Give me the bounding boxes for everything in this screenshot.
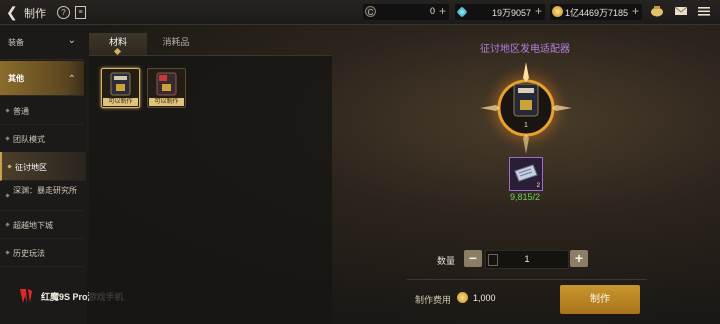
sidebar-item-raid[interactable]: 团队模式 <box>0 124 84 153</box>
sidebar-item-label: 团队模式 <box>13 135 45 144</box>
sidebar-item-history[interactable]: 历史玩法 <box>0 238 84 267</box>
bullet-icon <box>5 192 10 198</box>
quantity-input[interactable]: 1 <box>485 250 569 269</box>
currency-gold-value: 1亿4469万7185 <box>564 8 628 18</box>
category-label: 其他 <box>8 74 24 83</box>
add-gem-button[interactable]: + <box>535 4 542 18</box>
sidebar-item-normal[interactable]: 普通 <box>0 96 84 125</box>
sidebar-item-label: 征讨地区 <box>15 163 47 172</box>
quantity-value: 1 <box>524 254 530 264</box>
material-count: 2 <box>536 183 540 189</box>
blue-gem-icon <box>456 6 468 18</box>
red-magic-logo-icon <box>20 289 32 303</box>
selected-marker-icon <box>113 47 122 56</box>
back-arrow-icon[interactable]: ❮ <box>6 4 20 20</box>
sidebar-item-label: 深渊：暴走研究所 <box>13 186 77 195</box>
bullet-icon <box>5 135 10 141</box>
sidebar-item-abyss[interactable]: 深渊：暴走研究所 <box>0 180 84 211</box>
tab-bar: 材料 消耗品 <box>89 33 332 56</box>
increase-quantity-button[interactable]: + <box>570 250 588 267</box>
category-other[interactable]: 其他 ⌃ <box>0 61 84 96</box>
material-requirement: 9,815/2 <box>509 192 541 202</box>
divider <box>407 279 647 280</box>
sidebar-item-label: 历史玩法 <box>13 249 45 258</box>
add-currency-button[interactable]: + <box>439 4 446 18</box>
chevron-down-icon: ⌄ <box>67 35 76 46</box>
page-title: 制作 <box>24 8 46 20</box>
quantity-label: 数量 <box>437 256 456 266</box>
bullet-icon <box>7 163 12 169</box>
currency-gem-value: 19万9057 <box>491 8 531 18</box>
sidebar-item-conquest[interactable]: 征讨地区 <box>0 152 86 181</box>
c-coin-icon: C <box>365 6 376 17</box>
sidebar-item-beyond-dungeon[interactable]: 超越地下城 <box>0 210 84 239</box>
cost-label: 制作费用 <box>415 295 452 305</box>
craftable-badge: 可以制作 <box>149 98 184 106</box>
tab-consumables[interactable]: 消耗品 <box>147 33 205 55</box>
category-equipment[interactable]: 装备 ⌄ <box>0 25 84 60</box>
treasure-bag-icon[interactable] <box>650 5 664 17</box>
product-count: 1 <box>524 122 528 129</box>
product-name: 征讨地区发电适配器 <box>480 44 570 55</box>
gold-coin-icon <box>457 292 468 303</box>
tab-label: 消耗品 <box>162 37 190 47</box>
chevron-up-icon: ⌃ <box>67 74 76 85</box>
generator-adapter-icon <box>110 72 131 96</box>
currency-gem: 19万9057 + <box>455 4 545 20</box>
bullet-icon <box>5 107 10 113</box>
currency-gold: 1亿4469万7185 + <box>550 4 642 20</box>
category-nav: 装备 ⌄ 其他 ⌃ 普通 团队模式 征讨地区 深渊：暴走研究所 超越地下城 历史… <box>0 25 87 324</box>
tab-materials[interactable]: 材料 <box>89 33 147 56</box>
currency-c: C 0 + <box>363 4 449 20</box>
craftable-badge: 可以制作 <box>103 98 138 106</box>
cost-value: 1,000 <box>473 293 496 303</box>
decrease-quantity-button[interactable]: − <box>464 250 482 267</box>
keyboard-material-icon <box>514 164 538 182</box>
material-slot[interactable]: 2 <box>509 157 543 191</box>
gold-coin-icon <box>552 6 563 17</box>
craft-button[interactable]: 制作 <box>560 285 640 314</box>
sidebar-item-label: 普通 <box>13 107 29 116</box>
red-adapter-icon <box>156 72 177 96</box>
help-icon[interactable]: ? <box>57 6 70 19</box>
craft-item-1[interactable]: 可以制作 <box>101 68 140 108</box>
guide-book-icon[interactable]: ≡ <box>75 6 86 19</box>
product-generator-adapter-icon <box>513 83 539 117</box>
menu-icon[interactable] <box>697 5 711 17</box>
tab-label: 材料 <box>108 37 127 47</box>
category-label: 装备 <box>8 38 24 47</box>
currency-c-value: 0 <box>429 6 435 16</box>
bullet-icon <box>5 221 10 227</box>
sidebar-item-label: 超越地下城 <box>13 221 53 230</box>
craft-item-2[interactable]: 可以制作 <box>147 68 186 108</box>
bullet-icon <box>5 249 10 255</box>
top-bar: ❮ 制作 ? ≡ C 0 + 19万9057 + 1亿4469万7185 + <box>0 0 720 25</box>
mail-icon[interactable] <box>674 5 688 17</box>
add-gold-button[interactable]: + <box>632 4 639 18</box>
